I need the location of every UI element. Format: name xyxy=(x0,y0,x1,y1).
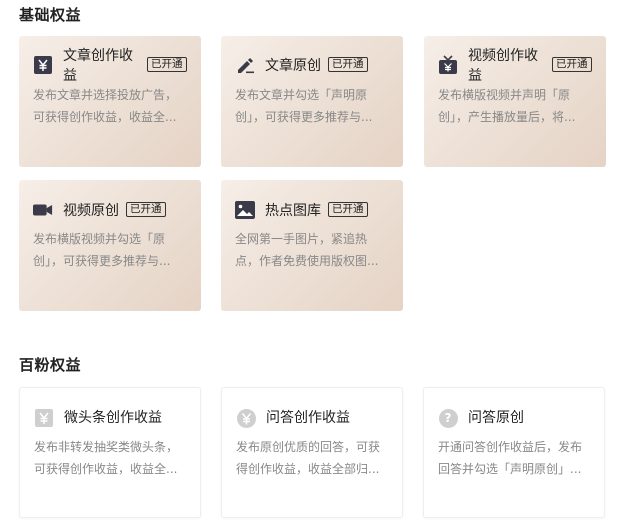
card-hot-images[interactable]: 热点图库 已开通 全网第一手图片，紧追热点，作者免费使用版权图... xyxy=(221,180,403,311)
card-description: 开通问答创作收益后，发布回答并勾选「声明原创」... xyxy=(438,440,583,476)
status-badge: 已开通 xyxy=(328,202,368,217)
status-badge: 已开通 xyxy=(147,57,187,72)
yuan-circle-icon xyxy=(236,408,256,428)
card-title: 问答创作收益 xyxy=(266,410,350,426)
card-title: 文章创作收益 xyxy=(63,48,133,84)
tv-icon xyxy=(438,55,458,75)
yuan-square-icon xyxy=(33,55,53,75)
card-description: 发布横版视频并声明「原创」，产生播放量后，将... xyxy=(438,88,576,124)
card-article-income[interactable]: 文章创作收益 已开通 发布文章并选择投放广告，可获得创作收益，收益全... xyxy=(19,36,201,167)
card-weitoutiao-income[interactable]: 微头条创作收益 发布非转发抽奖类微头条，可获得创作收益，收益全... xyxy=(19,387,201,518)
card-description: 全网第一手图片，紧追热点，作者免费使用版权图... xyxy=(235,232,379,268)
card-article-original[interactable]: 文章原创 已开通 发布文章并勾选「声明原创」，可获得更多推荐与... xyxy=(221,36,403,167)
card-title: 问答原创 xyxy=(468,410,524,426)
card-description: 发布横版视频并勾选「原创」，可获得更多推荐与... xyxy=(33,232,171,268)
status-badge: 已开通 xyxy=(126,202,166,217)
card-video-original[interactable]: 视频原创 已开通 发布横版视频并勾选「原创」，可获得更多推荐与... xyxy=(19,180,201,311)
video-camera-icon xyxy=(33,200,53,220)
image-icon xyxy=(235,200,255,220)
section-title-basic: 基础权益 xyxy=(19,6,82,24)
card-description: 发布非转发抽奖类微头条，可获得创作收益，收益全... xyxy=(34,440,179,476)
card-description: 发布文章并勾选「声明原创」，可获得更多推荐与... xyxy=(235,88,373,124)
yuan-square-icon xyxy=(34,408,54,428)
question-circle-icon: ? xyxy=(438,408,458,428)
card-description: 发布文章并选择投放广告，可获得创作收益，收益全... xyxy=(33,88,178,124)
card-description: 发布原创优质的回答，可获得创作收益，收益全部归... xyxy=(236,440,381,476)
card-qa-original[interactable]: ? 问答原创 开通问答创作收益后，发布回答并勾选「声明原创」... xyxy=(423,387,605,518)
pen-icon xyxy=(235,55,255,75)
status-badge: 已开通 xyxy=(552,57,592,72)
card-title: 视频创作收益 xyxy=(468,48,538,84)
card-title: 微头条创作收益 xyxy=(64,410,162,426)
card-qa-income[interactable]: 问答创作收益 发布原创优质的回答，可获得创作收益，收益全部归... xyxy=(221,387,403,518)
status-badge: 已开通 xyxy=(328,57,368,72)
section-title-fans100: 百粉权益 xyxy=(19,356,82,374)
card-video-income[interactable]: 视频创作收益 已开通 发布横版视频并声明「原创」，产生播放量后，将... xyxy=(424,36,606,167)
